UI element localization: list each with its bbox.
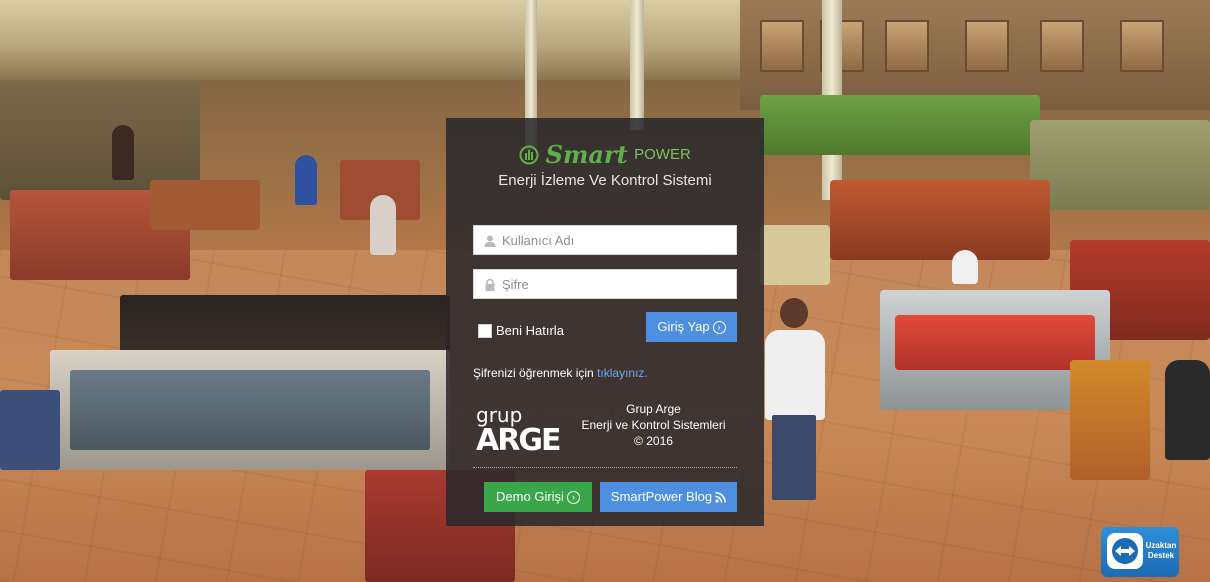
logo-text-power: POWER — [634, 146, 691, 163]
forgot-password-label: Şifrenizi öğrenmek için — [473, 366, 594, 380]
arrow-right-circle-icon: › — [712, 321, 726, 335]
login-panel: Smart POWER Enerji İzleme Ve Kontrol Sis… — [446, 118, 764, 526]
shopper — [780, 298, 808, 328]
user-icon — [484, 235, 496, 247]
demo-login-button[interactable]: Demo Girişi › — [484, 482, 592, 512]
shelf — [150, 180, 260, 230]
logo-text-smart: Smart — [545, 140, 628, 169]
leaf-logo-icon — [519, 145, 539, 164]
company-info: Grup Arge Enerji ve Kontrol Sistemleri ©… — [576, 401, 731, 449]
shopper — [772, 415, 816, 500]
demo-login-label: Demo Girişi — [496, 489, 564, 504]
login-button-label: Giriş Yap — [657, 319, 710, 334]
remote-support-line2: Destek — [1147, 551, 1175, 560]
watermelon-slices — [895, 315, 1095, 370]
remote-support-line1: Uzaktan — [1145, 541, 1177, 550]
arrow-right-circle-icon: › — [566, 491, 580, 505]
username-input[interactable] — [502, 226, 732, 254]
pillar — [630, 0, 644, 130]
shelf — [0, 390, 60, 470]
wine-shelf — [120, 295, 450, 355]
remember-me[interactable]: Beni Hatırla — [478, 322, 564, 338]
produce-melons — [760, 225, 830, 285]
shopper — [765, 330, 825, 420]
box-display — [1070, 360, 1150, 480]
shopper — [370, 195, 396, 255]
grup-arge-logo: grup ARGE — [476, 403, 562, 454]
smartpower-blog-button[interactable]: SmartPower Blog — [600, 482, 737, 512]
blog-button-label: SmartPower Blog — [610, 489, 713, 504]
wall-window — [1040, 20, 1084, 72]
username-field[interactable] — [473, 225, 737, 255]
company-name: Grup Arge — [626, 402, 681, 416]
copyright: © 2016 — [634, 434, 673, 448]
remember-checkbox[interactable] — [478, 323, 492, 338]
produce-fruit — [830, 180, 1050, 260]
remote-support-button[interactable]: Uzaktan Destek — [1101, 527, 1179, 577]
produce-display — [1030, 120, 1210, 210]
lock-icon — [485, 278, 495, 291]
logo-text-arge: ARGE — [476, 423, 560, 454]
company-description: Enerji ve Kontrol Sistemleri — [581, 418, 726, 432]
smartpower-logo: Smart POWER — [446, 140, 764, 169]
password-field[interactable] — [473, 269, 737, 299]
produce-greens — [760, 95, 1040, 155]
rss-icon — [715, 492, 727, 503]
wall-window — [1120, 20, 1164, 72]
forgot-password-link[interactable]: tıklayınız. — [597, 366, 648, 380]
shopper — [112, 125, 134, 180]
password-input[interactable] — [502, 270, 732, 298]
login-button[interactable]: Giriş Yap › — [646, 312, 737, 342]
shopper — [952, 250, 978, 284]
shopper — [295, 155, 317, 205]
teamviewer-icon — [1107, 533, 1143, 569]
wall-window — [760, 20, 804, 72]
freezer-contents — [70, 370, 430, 450]
remember-label: Beni Hatırla — [496, 323, 564, 339]
wall-window — [885, 20, 929, 72]
divider — [473, 467, 737, 468]
forgot-password-text: Şifrenizi öğrenmek için tıklayınız. — [473, 366, 648, 380]
shopper — [1165, 360, 1210, 460]
remote-support-label: Uzaktan Destek — [1145, 541, 1177, 561]
wall-window — [965, 20, 1009, 72]
teamviewer-arrows-icon — [1112, 538, 1138, 564]
app-subtitle: Enerji İzleme Ve Kontrol Sistemi — [498, 172, 712, 189]
